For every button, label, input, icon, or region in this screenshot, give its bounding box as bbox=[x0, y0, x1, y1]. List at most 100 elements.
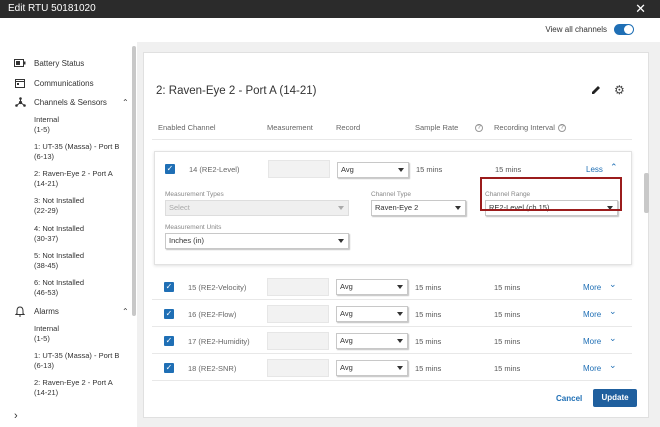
table-row: ✓ 18 (RE2-SNR) Avg 15 mins 15 mins More … bbox=[152, 358, 632, 378]
chevron-down-icon[interactable]: ⌄ bbox=[609, 279, 617, 290]
channel-range-highlight bbox=[480, 177, 622, 211]
header-enabled-channel: Enabled Channel bbox=[158, 123, 216, 132]
record-select[interactable]: Avg bbox=[336, 333, 408, 349]
header-record: Record bbox=[336, 123, 361, 132]
chevron-up-icon[interactable]: ⌃ bbox=[122, 307, 129, 316]
recording-interval-value: 15 mins bbox=[495, 165, 522, 174]
recording-interval-value: 15 mins bbox=[494, 283, 521, 292]
more-button[interactable]: More bbox=[583, 310, 601, 319]
chevron-down-icon bbox=[338, 239, 344, 243]
table-row: ✓ 15 (RE2-Velocity) Avg 15 mins 15 mins … bbox=[152, 277, 632, 297]
more-button[interactable]: More bbox=[583, 364, 601, 373]
divider bbox=[152, 326, 632, 327]
chevron-up-icon[interactable]: ⌃ bbox=[610, 162, 618, 173]
info-icon[interactable]: ? bbox=[475, 124, 483, 132]
record-select[interactable]: Avg bbox=[336, 306, 408, 322]
chevron-down-icon bbox=[397, 366, 403, 370]
channel-label: 17 (RE2-Humidity) bbox=[188, 337, 250, 346]
sidebar-item-label: Channels & Sensors bbox=[34, 97, 107, 107]
sidebar-sub-port-b[interactable]: 1: UT-35 (Massa) - Port B (6-13) bbox=[34, 142, 119, 162]
title-bar: Edit RTU 50181020 ✕ bbox=[0, 0, 660, 18]
recording-interval-value: 15 mins bbox=[494, 337, 521, 346]
divider bbox=[152, 380, 632, 381]
channel-label: 18 (RE2-SNR) bbox=[188, 364, 237, 373]
sidebar-item-label: Alarms bbox=[34, 306, 59, 316]
sample-rate-value: 15 mins bbox=[415, 283, 442, 292]
channel-checkbox[interactable]: ✓ bbox=[164, 309, 174, 319]
sidebar-item-alarms[interactable]: Alarms ⌃ bbox=[14, 305, 136, 316]
sidebar-alarm-port-a[interactable]: 2: Raven-Eye 2 - Port A (14-21) bbox=[34, 378, 113, 398]
chevron-up-icon[interactable]: ⌃ bbox=[122, 98, 129, 107]
less-button[interactable]: Less bbox=[586, 165, 603, 174]
panel-scrollbar[interactable] bbox=[644, 173, 649, 213]
channel-checkbox[interactable]: ✓ bbox=[164, 363, 174, 373]
top-bar: View all channels bbox=[0, 18, 660, 42]
channel-type-label: Channel Type bbox=[371, 191, 411, 198]
sidebar-sub-5[interactable]: 5: Not Installed (38-45) bbox=[34, 251, 84, 271]
record-select[interactable]: Avg bbox=[336, 360, 408, 376]
chevron-down-icon bbox=[455, 206, 461, 210]
header-measurement: Measurement bbox=[267, 123, 313, 132]
header-recording-interval: Recording Interval bbox=[494, 123, 555, 132]
view-all-channels-toggle[interactable] bbox=[614, 24, 634, 35]
cancel-button[interactable]: Cancel bbox=[556, 394, 582, 403]
measurement-box bbox=[268, 160, 330, 178]
measurement-units-select[interactable]: Inches (in) bbox=[165, 233, 349, 249]
chevron-down-icon[interactable]: ⌄ bbox=[609, 306, 617, 317]
recording-interval-value: 15 mins bbox=[494, 364, 521, 373]
channel-panel: 2: Raven-Eye 2 - Port A (14-21) ⚙ Enable… bbox=[143, 52, 649, 418]
channel-checkbox[interactable]: ✓ bbox=[165, 164, 175, 174]
sidebar-sub-6[interactable]: 6: Not Installed (46-53) bbox=[34, 278, 84, 298]
sidebar-alarm-internal[interactable]: Internal (1-5) bbox=[34, 324, 59, 344]
view-all-channels-label: View all channels bbox=[545, 25, 607, 34]
divider bbox=[152, 353, 632, 354]
chevron-down-icon bbox=[397, 312, 403, 316]
measurement-types-label: Measurement Types bbox=[165, 191, 224, 198]
sidebar: Battery Status Communications Channels &… bbox=[0, 42, 137, 427]
header-sample-rate: Sample Rate bbox=[415, 123, 459, 132]
gear-icon[interactable]: ⚙ bbox=[614, 83, 625, 97]
chevron-down-icon[interactable]: ⌄ bbox=[609, 333, 617, 344]
update-button[interactable]: Update bbox=[593, 389, 637, 407]
main-area: 2: Raven-Eye 2 - Port A (14-21) ⚙ Enable… bbox=[137, 42, 660, 427]
calendar-icon bbox=[14, 78, 26, 88]
more-button[interactable]: More bbox=[583, 337, 601, 346]
chevron-down-icon[interactable]: ⌄ bbox=[609, 360, 617, 371]
network-icon bbox=[14, 96, 26, 107]
more-button[interactable]: More bbox=[583, 283, 601, 292]
sample-rate-value: 15 mins bbox=[416, 165, 443, 174]
close-icon[interactable]: ✕ bbox=[635, 1, 646, 17]
bell-icon bbox=[14, 305, 26, 316]
toggle-knob bbox=[624, 25, 633, 34]
recording-interval-value: 15 mins bbox=[494, 310, 521, 319]
expand-sidebar-icon[interactable]: › bbox=[14, 410, 18, 422]
channel-checkbox[interactable]: ✓ bbox=[164, 282, 174, 292]
sample-rate-value: 15 mins bbox=[415, 310, 442, 319]
record-select[interactable]: Avg bbox=[337, 162, 409, 178]
sample-rate-value: 15 mins bbox=[415, 364, 442, 373]
channel-label: 14 (RE2-Level) bbox=[189, 165, 240, 174]
chevron-down-icon bbox=[398, 168, 404, 172]
record-select[interactable]: Avg bbox=[336, 279, 408, 295]
sidebar-sub-3[interactable]: 3: Not Installed (22-29) bbox=[34, 196, 84, 216]
window-title: Edit RTU 50181020 bbox=[8, 3, 96, 14]
sidebar-sub-internal[interactable]: Internal (1-5) bbox=[34, 115, 59, 135]
sidebar-item-channels[interactable]: Channels & Sensors ⌃ bbox=[14, 96, 136, 107]
sidebar-sub-4[interactable]: 4: Not Installed (30-37) bbox=[34, 224, 84, 244]
sidebar-item-communications[interactable]: Communications bbox=[14, 78, 94, 88]
sidebar-item-label: Communications bbox=[34, 78, 94, 88]
sidebar-item-battery[interactable]: Battery Status bbox=[14, 58, 84, 68]
channel-type-select[interactable]: Raven-Eye 2 bbox=[371, 200, 466, 216]
sidebar-alarm-port-b[interactable]: 1: UT-35 (Massa) - Port B (6-13) bbox=[34, 351, 119, 371]
measurement-units-label: Measurement Units bbox=[165, 224, 222, 231]
pencil-icon[interactable] bbox=[590, 84, 602, 98]
measurement-box bbox=[267, 359, 329, 377]
sidebar-sub-port-a[interactable]: 2: Raven-Eye 2 - Port A (14-21) bbox=[34, 169, 113, 189]
info-icon[interactable]: ? bbox=[558, 124, 566, 132]
sidebar-scrollbar[interactable] bbox=[132, 46, 136, 316]
measurement-box bbox=[267, 278, 329, 296]
sample-rate-value: 15 mins bbox=[415, 337, 442, 346]
channel-checkbox[interactable]: ✓ bbox=[164, 336, 174, 346]
divider bbox=[152, 139, 632, 140]
divider bbox=[152, 299, 632, 300]
